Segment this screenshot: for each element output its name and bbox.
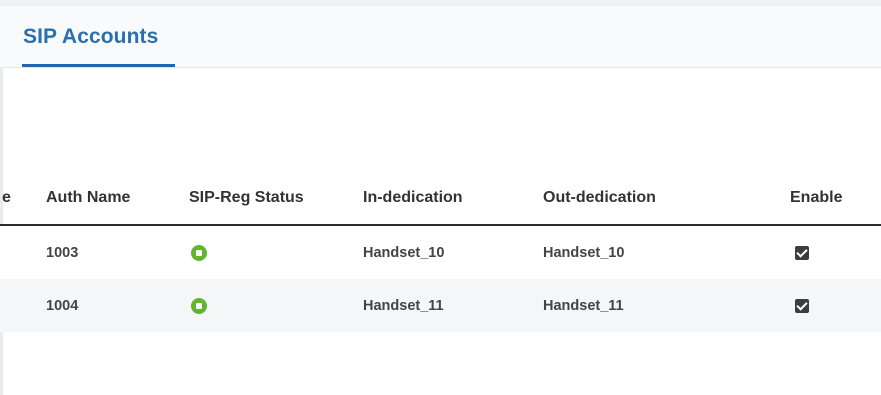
table-header-row: e Auth Name SIP-Reg Status In-dedication… <box>0 171 881 226</box>
column-header-sip-reg-status[interactable]: SIP-Reg Status <box>189 171 363 226</box>
column-header-auth-name[interactable]: Auth Name <box>46 171 189 226</box>
auth-name-cell: 1004 <box>46 279 189 332</box>
status-registered-icon <box>191 244 207 261</box>
row-edge-cell <box>0 279 46 332</box>
enable-cell <box>790 279 881 332</box>
table-header: e Auth Name SIP-Reg Status In-dedication… <box>0 171 881 226</box>
checkbox-checked-icon[interactable] <box>795 298 809 313</box>
tab-sip-accounts[interactable]: SIP Accounts <box>22 6 159 67</box>
tab-sip-accounts-label: SIP Accounts <box>23 24 159 48</box>
status-registered-icon <box>191 297 207 314</box>
in-dedication-cell: Handset_10 <box>363 225 543 279</box>
sip-accounts-page: SIP Accounts e Auth Name SIP-Reg Status … <box>0 0 881 395</box>
column-header-out-dedication[interactable]: Out-dedication <box>543 171 790 226</box>
out-dedication-cell: Handset_10 <box>543 225 790 279</box>
checkbox-checked-icon[interactable] <box>795 245 809 260</box>
row-edge-cell <box>0 225 46 279</box>
column-header-enable[interactable]: Enable <box>790 171 881 226</box>
sip-reg-status-cell <box>189 279 363 332</box>
active-tab-indicator <box>22 64 175 67</box>
enable-cell <box>790 225 881 279</box>
tabs-bar: SIP Accounts <box>0 6 881 68</box>
column-header-in-dedication[interactable]: In-dedication <box>363 171 543 226</box>
table-row[interactable]: 1003 Handset_10 Handset_10 <box>0 225 881 279</box>
out-dedication-cell: Handset_11 <box>543 279 790 332</box>
sip-accounts-table: e Auth Name SIP-Reg Status In-dedication… <box>0 171 881 332</box>
in-dedication-cell: Handset_11 <box>363 279 543 332</box>
sip-reg-status-cell <box>189 225 363 279</box>
table-row[interactable]: 1004 Handset_11 Handset_11 <box>0 279 881 332</box>
auth-name-cell: 1003 <box>46 225 189 279</box>
column-header-truncated[interactable]: e <box>0 171 46 226</box>
